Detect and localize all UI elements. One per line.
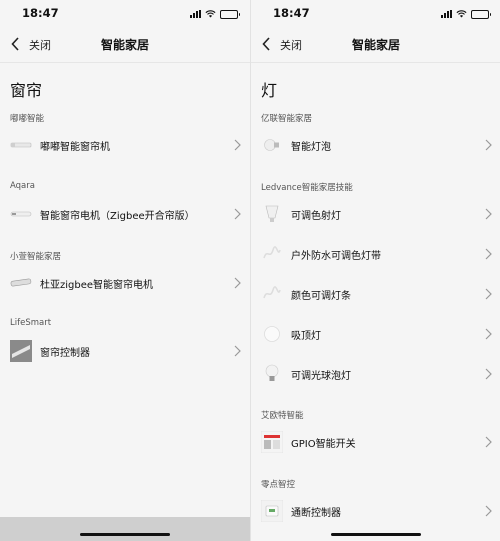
curtain-controller-icon xyxy=(10,340,32,362)
list-item[interactable]: 嘟嘟智能窗帘机 xyxy=(0,130,250,162)
wifi-icon xyxy=(456,10,467,18)
item-label: 通断控制器 xyxy=(291,508,341,519)
wifi-icon xyxy=(205,10,216,18)
item-label: 杜亚zigbee智能窗帘电机 xyxy=(40,280,154,291)
category-heading: 窗帘 xyxy=(10,81,43,100)
chevron-right-icon xyxy=(485,328,492,340)
item-label: 窗帘控制器 xyxy=(40,348,90,359)
item-label: 可调光球泡灯 xyxy=(291,371,351,382)
chevron-right-icon xyxy=(485,436,492,448)
status-bar: 18:47 xyxy=(251,0,500,28)
list-item[interactable]: 通断控制器 xyxy=(251,496,500,528)
chevron-right-icon xyxy=(234,345,241,357)
switch-module-icon xyxy=(261,431,283,453)
list-item[interactable]: 窗帘控制器 xyxy=(0,336,250,368)
list-item[interactable]: 可调色射灯 xyxy=(251,199,500,231)
light-strip-icon xyxy=(261,283,283,305)
status-icons xyxy=(190,9,240,19)
home-indicator[interactable] xyxy=(331,533,421,536)
chevron-right-icon xyxy=(485,505,492,517)
status-time: 18:47 xyxy=(22,6,59,20)
curtain-motor-icon xyxy=(10,203,32,225)
curtain-rail-icon xyxy=(10,134,32,156)
close-button[interactable]: 关闭 xyxy=(29,37,51,53)
item-label: 户外防水可调色灯带 xyxy=(291,251,381,262)
battery-icon xyxy=(220,9,240,19)
chevron-right-icon xyxy=(485,208,492,220)
nav-bar: 关闭 智能家居 xyxy=(0,28,250,62)
curtain-panel: 18:47 关闭 智能家居 窗帘 嘟嘟智能 嘟嘟智能窗帘机 Aqara 智能窗帘… xyxy=(0,0,250,541)
category-heading: 灯 xyxy=(261,81,278,100)
chevron-right-icon xyxy=(485,288,492,300)
chevron-right-icon xyxy=(234,208,241,220)
bulb-icon xyxy=(261,363,283,385)
item-label: 智能窗帘电机（Zigbee开合帘版） xyxy=(40,211,195,222)
bulb-icon xyxy=(261,134,283,156)
signal-icon xyxy=(190,10,201,18)
home-indicator[interactable] xyxy=(80,533,170,536)
status-time: 18:47 xyxy=(273,6,310,20)
signal-icon xyxy=(441,10,452,18)
light-strip-icon xyxy=(261,243,283,265)
section-label: 嘟嘟智能 xyxy=(10,114,45,124)
bottom-area xyxy=(0,517,250,541)
section-label: Aqara xyxy=(10,181,35,191)
section-label: 亿联智能家居 xyxy=(261,114,313,124)
ceiling-light-icon xyxy=(261,323,283,345)
list-item[interactable]: 智能灯泡 xyxy=(251,130,500,162)
section-label: Ledvance智能家居技能 xyxy=(261,183,353,193)
section-label: 艾欧特智能 xyxy=(261,411,304,421)
light-panel: 18:47 关闭 智能家居 灯 亿联智能家居 智能灯泡 Ledvance智能家居… xyxy=(250,0,500,541)
spotlight-icon xyxy=(261,203,283,225)
item-label: GPIO智能开关 xyxy=(291,439,356,450)
curtain-motor-icon xyxy=(10,272,32,294)
item-label: 颜色可调灯条 xyxy=(291,291,351,302)
back-chevron-icon[interactable] xyxy=(261,36,273,52)
chevron-right-icon xyxy=(234,277,241,289)
status-bar: 18:47 xyxy=(0,0,250,28)
nav-divider xyxy=(0,62,250,63)
nav-divider xyxy=(251,62,500,63)
status-icons xyxy=(441,9,491,19)
chevron-right-icon xyxy=(485,368,492,380)
list-item[interactable]: GPIO智能开关 xyxy=(251,427,500,459)
item-label: 可调色射灯 xyxy=(291,211,341,222)
list-item[interactable]: 颜色可调灯条 xyxy=(251,279,500,311)
item-label: 嘟嘟智能窗帘机 xyxy=(40,142,110,153)
chevron-right-icon xyxy=(234,139,241,151)
section-label: LifeSmart xyxy=(10,318,52,328)
item-label: 吸顶灯 xyxy=(291,331,321,342)
list-item[interactable]: 吸顶灯 xyxy=(251,319,500,351)
back-chevron-icon[interactable] xyxy=(10,36,22,52)
list-item[interactable]: 可调光球泡灯 xyxy=(251,359,500,391)
chevron-right-icon xyxy=(485,248,492,260)
section-label: 零点智控 xyxy=(261,480,296,490)
list-item[interactable]: 杜亚zigbee智能窗帘电机 xyxy=(0,268,250,300)
nav-bar: 关闭 智能家居 xyxy=(251,28,500,62)
item-label: 智能灯泡 xyxy=(291,142,331,153)
list-item[interactable]: 户外防水可调色灯带 xyxy=(251,239,500,271)
section-label: 小萱智能家居 xyxy=(10,252,62,262)
battery-icon xyxy=(471,9,491,19)
chevron-right-icon xyxy=(485,139,492,151)
list-item[interactable]: 智能窗帘电机（Zigbee开合帘版） xyxy=(0,199,250,231)
close-button[interactable]: 关闭 xyxy=(280,37,302,53)
controller-icon xyxy=(261,500,283,522)
